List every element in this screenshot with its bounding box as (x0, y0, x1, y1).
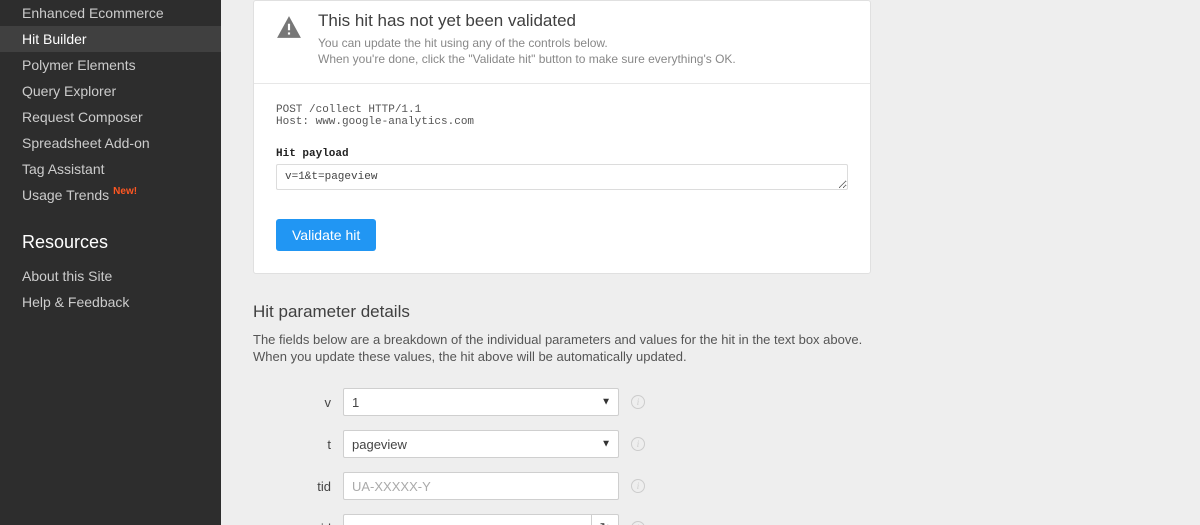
param-details-description: The fields below are a breakdown of the … (253, 332, 871, 366)
nav-usage-trends-label: Usage Trends (22, 187, 109, 203)
param-row-cid: cid ↻ i (253, 514, 871, 525)
main: This hit has not yet been validated You … (221, 0, 1200, 525)
request-line-1: POST /collect HTTP/1.1 (276, 104, 421, 116)
param-details-heading: Hit parameter details (253, 302, 871, 322)
nav-list: Enhanced Ecommerce Hit Builder Polymer E… (0, 0, 221, 208)
param-label-t: t (253, 437, 331, 452)
nav-about-site[interactable]: About this Site (0, 263, 221, 289)
refresh-icon: ↻ (600, 520, 611, 525)
validate-hit-button[interactable]: Validate hit (276, 219, 376, 251)
info-icon[interactable]: i (631, 437, 645, 451)
request-line-2: Host: www.google-analytics.com (276, 116, 474, 128)
param-input-tid[interactable] (343, 472, 619, 500)
param-select-t[interactable]: pageview (343, 430, 619, 458)
param-input-cid[interactable] (343, 514, 591, 525)
nav-hit-builder[interactable]: Hit Builder (0, 26, 221, 52)
hit-payload-input[interactable] (276, 164, 848, 190)
resources-heading: Resources (0, 208, 221, 263)
validation-title: This hit has not yet been validated (318, 11, 736, 31)
nav-polymer-elements[interactable]: Polymer Elements (0, 52, 221, 78)
resources-list: About this Site Help & Feedback (0, 263, 221, 315)
info-icon[interactable]: i (631, 521, 645, 525)
param-row-t: t pageview ▼ i (253, 430, 871, 458)
warning-icon (276, 15, 302, 39)
refresh-cid-button[interactable]: ↻ (591, 514, 619, 525)
new-badge: New! (113, 184, 137, 200)
nav-request-composer[interactable]: Request Composer (0, 104, 221, 130)
nav-tag-assistant[interactable]: Tag Assistant (0, 156, 221, 182)
nav-query-explorer[interactable]: Query Explorer (0, 78, 221, 104)
nav-usage-trends[interactable]: Usage Trends New! (0, 182, 221, 208)
param-label-v: v (253, 395, 331, 410)
param-row-tid: tid i (253, 472, 871, 500)
validation-card: This hit has not yet been validated You … (253, 0, 871, 274)
param-select-v[interactable]: 1 (343, 388, 619, 416)
nav-help-feedback[interactable]: Help & Feedback (0, 289, 221, 315)
param-row-v: v 1 ▼ i (253, 388, 871, 416)
payload-label: Hit payload (276, 148, 848, 160)
info-icon[interactable]: i (631, 395, 645, 409)
param-label-cid: cid (253, 521, 331, 525)
validation-subtitle-2: When you're done, click the "Validate hi… (318, 52, 736, 66)
validation-subtitle-1: You can update the hit using any of the … (318, 36, 608, 50)
sidebar: Enhanced Ecommerce Hit Builder Polymer E… (0, 0, 221, 525)
request-preview: POST /collect HTTP/1.1 Host: www.google-… (276, 104, 848, 128)
nav-enhanced-ecommerce[interactable]: Enhanced Ecommerce (0, 0, 221, 26)
param-label-tid: tid (253, 479, 331, 494)
nav-spreadsheet-addon[interactable]: Spreadsheet Add-on (0, 130, 221, 156)
info-icon[interactable]: i (631, 479, 645, 493)
